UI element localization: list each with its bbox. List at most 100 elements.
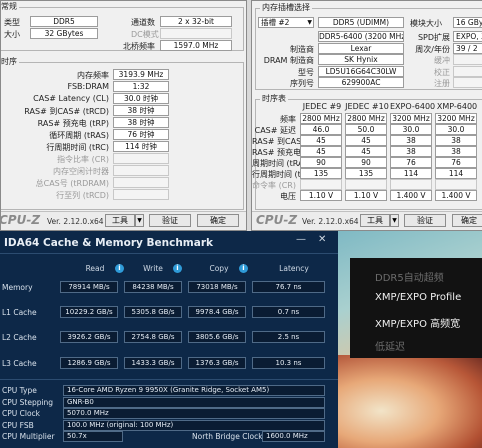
module-row-value: Lexar [318, 42, 404, 54]
timing-cell: 46.0 [300, 124, 342, 135]
multiplier-value: 50.7x [63, 431, 123, 442]
cpuz-logo-right: CPU-Z [256, 213, 298, 227]
timing-cell: 45 [300, 135, 342, 146]
timing-cell: 135 [345, 168, 387, 179]
ok-button[interactable]: 确定 [197, 214, 239, 227]
dcmode-label: DC模式 [131, 30, 159, 39]
module-row-right-value [453, 54, 482, 65]
timing-cell: 1.10 V [300, 190, 342, 201]
module-row-right-label: 校正 [434, 67, 450, 77]
module-row-right-value [453, 77, 482, 88]
validate-button-right[interactable]: 验证 [404, 214, 446, 227]
info-icon[interactable]: i [173, 264, 182, 273]
timing-cell: 38 [435, 146, 477, 157]
timing-value: 76 时钟 [113, 129, 169, 140]
timing-cell: 38 [390, 146, 432, 157]
benchmark-read-value: 10229.2 GB/s [60, 306, 118, 318]
info-label: CPU Clock [2, 409, 41, 418]
menu-item[interactable]: XMP/EXPO 高频宽 [375, 315, 460, 330]
chevron-down-icon: ▼ [307, 19, 312, 26]
minimize-icon[interactable]: — [296, 234, 306, 245]
benchmark-write-value: 2754.8 GB/s [124, 331, 182, 343]
column-header-write: Write [143, 264, 163, 273]
size-label: 大小 [4, 30, 20, 39]
benchmark-read-value: 1286.9 GB/s [60, 357, 118, 369]
timing-row-label: RAS# 到CAS# [252, 137, 308, 146]
timing-cell: 76 [390, 157, 432, 168]
multiplier-label: CPU Multiplier [2, 432, 55, 441]
tools-dropdown-arrow-right[interactable]: ▼ [390, 214, 399, 227]
timing-row-label: RAS# 预充电 [252, 148, 302, 157]
timing-cell: 3200 MHz [435, 113, 477, 124]
timing-cell [300, 179, 342, 190]
benchmark-row-label: L3 Cache [2, 359, 37, 368]
menu-item[interactable]: DDR5自动超频 [375, 269, 444, 284]
info-label: CPU FSB [2, 420, 34, 430]
timing-cell: 114 [435, 168, 477, 179]
timing-cell: 50.0 [345, 124, 387, 135]
module-row-value: DDR5-6400 (3200 MHz) [318, 31, 404, 42]
timing-value: 38 时钟 [113, 117, 169, 128]
timing-cell: 30.0 [390, 124, 432, 135]
timing-cell: 30.0 [435, 124, 477, 135]
slot-select-value: 插槽 #2 [261, 18, 290, 27]
timing-label: 循环周期 (tRAS) [49, 131, 109, 140]
timings-group-title: 时序 [1, 56, 19, 67]
timing-value: 114 时钟 [113, 141, 169, 152]
timing-value [113, 153, 169, 164]
benchmark-write-value: 84238 MB/s [124, 281, 182, 293]
menu-item[interactable]: XMP/EXPO Profile [375, 292, 461, 303]
timing-cell: 90 [345, 157, 387, 168]
slot-select[interactable]: 插槽 #2 ▼ [258, 17, 314, 28]
info-icon[interactable]: i [115, 264, 124, 273]
general-group-title: 常规 [1, 1, 19, 12]
column-header-read: Read [85, 264, 105, 273]
channels-label: 通道数 [131, 18, 155, 27]
dcmode-value [160, 28, 232, 39]
validate-button[interactable]: 验证 [149, 214, 191, 227]
timing-cell [435, 179, 477, 190]
benchmark-latency-value: 2.5 ns [252, 331, 325, 343]
wallpaper-wave [338, 355, 482, 448]
size-value: 32 GBytes [30, 28, 98, 39]
benchmark-read-value: 3926.2 GB/s [60, 331, 118, 343]
tools-button[interactable]: 工具 [105, 214, 135, 227]
benchmark-write-value: 1433.3 GB/s [124, 357, 182, 369]
module-row-right-value: 39 / 2 [453, 42, 482, 54]
benchmark-copy-value: 9978.4 GB/s [188, 306, 246, 318]
timing-cell: 76 [435, 157, 477, 168]
timing-cell [345, 179, 387, 190]
timing-cell: 135 [300, 168, 342, 179]
timing-cell: 38 [390, 135, 432, 146]
timing-cell: 114 [390, 168, 432, 179]
slot-group-title: 内存插槽选择 [260, 2, 312, 13]
version-label-right: Ver. 2.12.0.x64 [302, 217, 359, 226]
module-row-value: SK Hynix [318, 54, 404, 65]
module-row-right-label: 周次/年份 [415, 44, 450, 54]
timing-row-label: 电压 [280, 192, 296, 201]
timing-cell: 1.10 V [345, 190, 387, 201]
benchmark-copy-value: 3805.6 GB/s [188, 331, 246, 343]
ok-button-right[interactable]: 确定 [452, 214, 482, 227]
timing-value: 3193.9 MHz [113, 69, 169, 80]
timing-label: 行周期时间 (tRC) [46, 143, 109, 152]
tools-button-right[interactable]: 工具 [360, 214, 390, 227]
module-row-value: 629900AC [318, 77, 404, 88]
timing-cell: 45 [300, 146, 342, 157]
tools-dropdown-arrow[interactable]: ▼ [135, 214, 144, 227]
info-value: 16-Core AMD Ryzen 9 9950X (Granite Ridge… [63, 385, 325, 396]
info-icon[interactable]: i [239, 264, 248, 273]
info-value: 100.0 MHz (original: 100 MHz) [63, 419, 325, 431]
info-label: CPU Stepping [2, 397, 54, 407]
close-icon[interactable]: ✕ [318, 234, 326, 245]
timing-value: 1:32 [113, 81, 169, 92]
column-header-latency: Latency [279, 264, 309, 273]
timing-row-label: 周期时间 (tRAS) [252, 159, 312, 168]
timing-row-label: CAS# 延迟 [254, 126, 296, 135]
timing-column-header: JEDEC #9 [302, 102, 342, 111]
benchmark-copy-value: 1376.3 GB/s [188, 357, 246, 369]
module-size-value: 16 GBy [453, 17, 482, 28]
menu-item[interactable]: 低延迟 [375, 338, 405, 353]
benchmark-read-value: 78914 MB/s [60, 281, 118, 293]
timing-value: 38 时钟 [113, 105, 169, 116]
